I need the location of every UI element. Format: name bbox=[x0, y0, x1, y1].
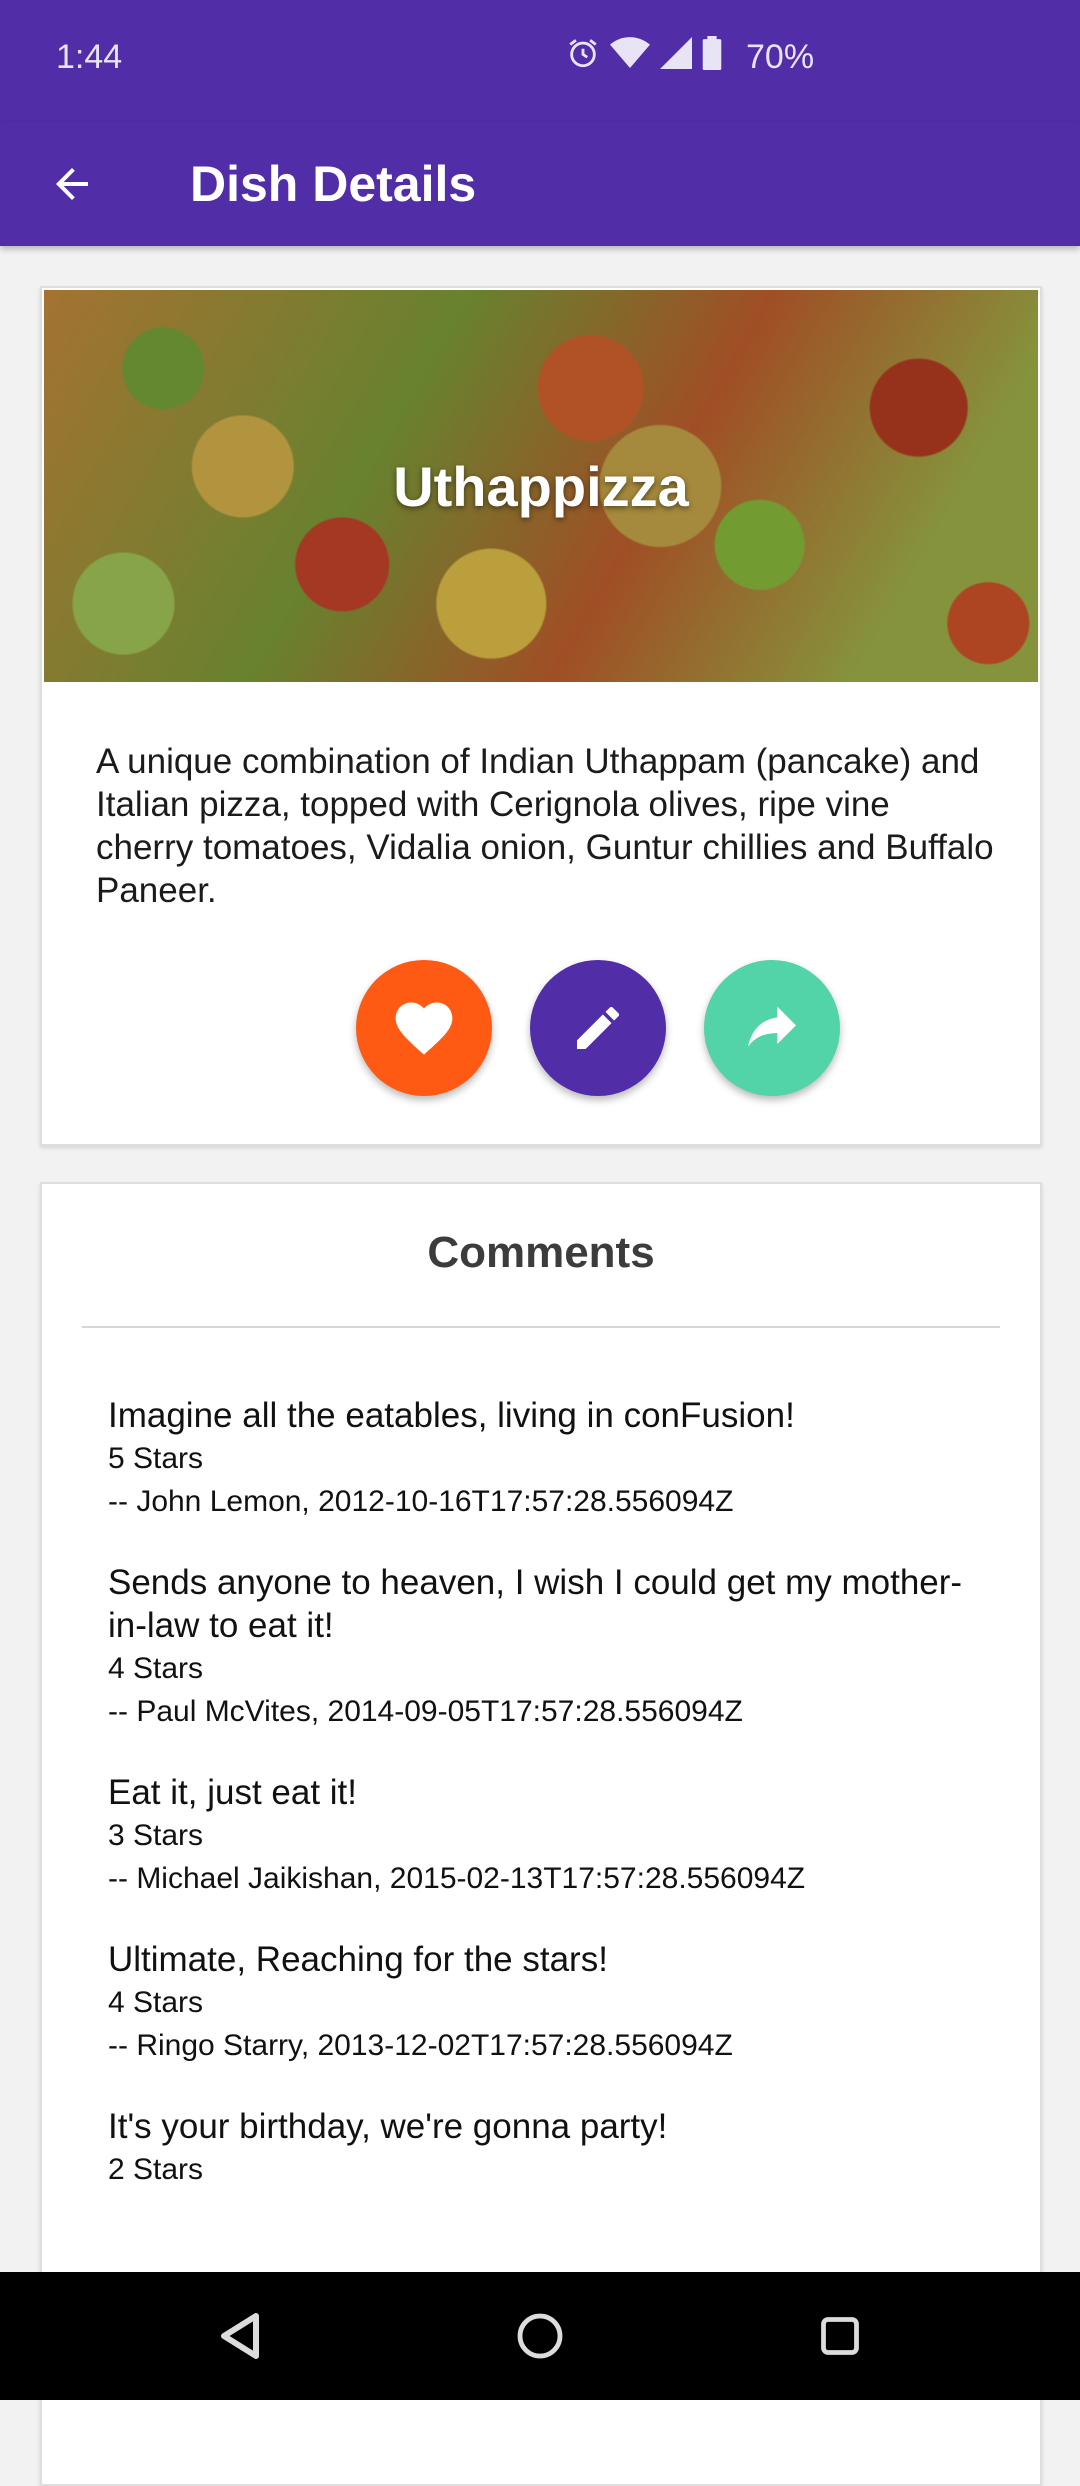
nav-home-button[interactable] bbox=[506, 2302, 574, 2370]
page-title: Dish Details bbox=[190, 156, 477, 212]
comment-text: Eat it, just eat it! bbox=[108, 1773, 357, 1812]
comment-text: Imagine all the eatables, living in conF… bbox=[108, 1396, 795, 1435]
home-circle-icon bbox=[517, 2313, 563, 2359]
status-time: 1:44 bbox=[56, 38, 123, 76]
comment-item: Sends anyone to heaven, I wish I could g… bbox=[108, 1561, 988, 1733]
battery-icon bbox=[702, 36, 722, 70]
comment-rating: 3 Stars bbox=[108, 1819, 204, 1852]
favorite-button[interactable] bbox=[356, 960, 492, 1096]
dish-name: Uthappizza bbox=[393, 454, 689, 518]
comment-author-date: -- Michael Jaikishan, 2015-02-13T17:57:2… bbox=[108, 1862, 806, 1895]
share-icon bbox=[748, 1006, 796, 1047]
comment-rating: 4 Stars bbox=[108, 1986, 204, 2019]
comment-text: Ultimate, Reaching for the stars! bbox=[108, 1940, 608, 1979]
arrow-back-icon bbox=[56, 168, 88, 200]
comment-author-date: -- Paul McVites, 2014-09-05T17:57:28.556… bbox=[108, 1695, 743, 1728]
status-bar: 1:44 70% bbox=[0, 0, 1080, 122]
back-button[interactable] bbox=[40, 152, 104, 216]
comment-item: Imagine all the eatables, living in conF… bbox=[108, 1394, 988, 1523]
system-nav-bar bbox=[0, 2272, 1080, 2400]
comment-list[interactable]: Imagine all the eatables, living in conF… bbox=[108, 1394, 988, 2229]
comment-item: Ultimate, Reaching for the stars! 4 Star… bbox=[108, 1938, 988, 2067]
comments-title: Comments bbox=[427, 1228, 655, 1277]
comment-text: It's your birthday, we're gonna party! bbox=[108, 2107, 668, 2146]
dish-description: A unique combination of Indian Uthappam … bbox=[96, 742, 994, 910]
status-icons bbox=[566, 36, 722, 70]
comment-item: Eat it, just eat it! 3 Stars -- Michael … bbox=[108, 1771, 988, 1900]
comment-rating: 5 Stars bbox=[108, 1442, 204, 1475]
comment-author-date: -- Ringo Starry, 2013-12-02T17:57:28.556… bbox=[108, 2029, 733, 2062]
nav-recents-button[interactable] bbox=[806, 2302, 874, 2370]
comment-item: It's your birthday, we're gonna party! 2… bbox=[108, 2105, 988, 2191]
signal-icon bbox=[660, 37, 692, 69]
comment-rating: 2 Stars bbox=[108, 2153, 204, 2186]
alarm-icon bbox=[569, 39, 597, 68]
comment-rating: 4 Stars bbox=[108, 1652, 204, 1685]
divider bbox=[82, 1326, 1000, 1328]
recents-square-icon bbox=[821, 2317, 859, 2355]
comment-text: Sends anyone to heaven, I wish I could g… bbox=[108, 1563, 963, 1645]
heart-icon bbox=[395, 1002, 453, 1055]
battery-percent: 70% bbox=[746, 38, 815, 76]
comment-author-date: -- John Lemon, 2012-10-16T17:57:28.55609… bbox=[108, 1485, 734, 1518]
back-triangle-icon bbox=[221, 2313, 259, 2359]
dish-card: Uthappizza A unique combination of India… bbox=[40, 286, 1042, 1146]
edit-comment-button[interactable] bbox=[530, 960, 666, 1096]
nav-back-button[interactable] bbox=[206, 2302, 274, 2370]
pencil-icon bbox=[577, 1007, 619, 1049]
wifi-icon bbox=[610, 37, 650, 68]
app-bar: Dish Details bbox=[0, 122, 1080, 246]
share-button[interactable] bbox=[704, 960, 840, 1096]
